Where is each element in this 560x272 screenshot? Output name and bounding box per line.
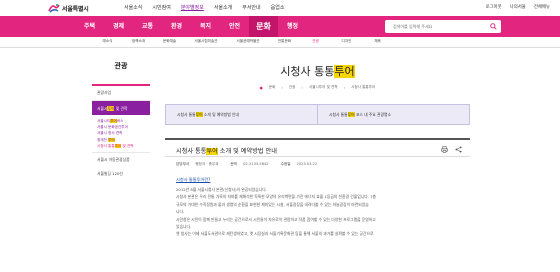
my-seoul-link[interactable]: 나의서울 [510, 4, 526, 10]
breadcrumb: ● 문화 › 관광 › 서울시투어 및 견학 › 시청사 통통투어 [165, 85, 470, 90]
breadcrumb-item[interactable]: 문화 [269, 85, 276, 90]
sidebar-subitem-current[interactable]: 시청사 통통투어 및 견학 [97, 143, 150, 149]
breadcrumb-item[interactable]: 서울시투어 및 견학 [309, 85, 338, 90]
util-nav-offices[interactable]: 읍업소 [266, 4, 290, 11]
paragraph: 있습니다. [176, 224, 192, 230]
search-input[interactable] [385, 20, 485, 33]
util-nav-departments[interactable]: 부서안내 [237, 4, 265, 11]
location-icon: ● [259, 85, 263, 90]
dept-label: 담당부서 [176, 162, 190, 166]
top-utility-bar: 서울특별시 서울소식 시민참여 분야별정보 서울소개 부서안내 읍업소 로그아웃… [0, 0, 560, 16]
sub-nav-item[interactable]: 예소식 [92, 39, 123, 44]
sub-nav-item[interactable]: 서울시립미술관 [185, 39, 227, 44]
sidebar-item-kids-tour[interactable]: 서울시 아동관광상품 [92, 152, 150, 167]
sidebar-item-label: 서울시 [97, 106, 108, 111]
sub-nav-item-tourism[interactable]: 관광 [300, 39, 331, 44]
all-menu-link[interactable]: 전체메뉴 [534, 4, 550, 10]
chevron-right-icon: › [281, 85, 283, 90]
sidebar-item-label: 및 견학 [114, 106, 128, 111]
phone-value: 02-2133-5842 [243, 162, 269, 166]
sub-nav-item[interactable]: 서울공예박물관 [227, 39, 269, 44]
search-icon[interactable] [490, 23, 497, 30]
main-nav-welfare[interactable]: 복지 [191, 16, 220, 37]
main-nav: 주택 경제 교통 환경 복지 안전 문화 행정 [0, 16, 560, 37]
article-header: 시청사 통통투어 소개 및 예약방법 안내 [165, 138, 470, 157]
breadcrumb-item[interactable]: 시청사 통통투어 [351, 85, 375, 90]
main-nav-administration[interactable]: 행정 [278, 16, 307, 37]
paragraph: 시민청은 시민이 함께 만들고 누리는 공간으로서 시민들이 자유로이 관람하고… [176, 216, 376, 222]
sidebar-submenu: 서울시티투어버스 서울시 문화공간투어 서울시 청사 견학 청계천 투어 시청사… [92, 115, 150, 153]
logo-text: 서울특별시 [62, 5, 89, 13]
main-nav-environment[interactable]: 환경 [162, 16, 191, 37]
sidebar-item-tourism-business[interactable]: 관광사업 [92, 86, 150, 101]
chevron-right-icon: › [301, 85, 303, 90]
chevron-right-icon: › [343, 85, 346, 90]
paragraph: 니다. [176, 209, 185, 215]
sub-nav-item[interactable]: 문화예술 [154, 39, 185, 44]
search-highlight: 투어 [334, 65, 355, 78]
left-sidebar: 관광 관광사업 서울시투어 및 견학 서울시티투어버스 서울시 문화공간투어 서… [92, 58, 150, 181]
article-body: 시청사 통통투어란? 2012년 8월 서울시청사 본관(신청사)이 완공되었습… [165, 177, 470, 238]
paragraph: 옛 청사는 이제 서울도서관으로 재탄생하였고, 옛 시장실과 서울기록문화관 … [176, 231, 374, 237]
util-nav-news[interactable]: 서울소식 [119, 4, 147, 11]
dept-value: 행정국 · 총무과 [195, 162, 219, 166]
section-title[interactable]: 시청사 통통투어란? [176, 177, 470, 183]
sub-nav: 예소식 정책소개 문화예술 서울시립미술관 서울공예박물관 전통문화 관광 디자… [0, 37, 560, 48]
logout-link[interactable]: 로그아웃 [485, 4, 501, 10]
print-icon[interactable] [441, 146, 448, 153]
sub-nav-item[interactable]: 디자인 [331, 39, 362, 44]
utility-right: 로그아웃 나의서울 전체메뉴 [485, 4, 550, 10]
sidebar-item-buildings[interactable]: 서울빌딩 120선 [92, 167, 150, 181]
phone-label: 문의 [230, 162, 238, 166]
main-content: 시청사 통통투어 ● 문화 › 관광 › 서울시투어 및 견학 › 시청사 통통… [165, 58, 470, 236]
util-nav-info[interactable]: 분야별정보 [176, 4, 209, 11]
page-title: 시청사 통통투어 [280, 65, 355, 78]
paragraph: 2012년 8월 서울시청사 본관(신청사)이 완공되었습니다. [176, 187, 267, 192]
breadcrumb-item[interactable]: 관광 [289, 85, 296, 90]
utility-nav: 서울소식 시민참여 분야별정보 서울소개 부서안내 읍업소 [119, 4, 289, 11]
paragraph: 규모의 거대한 수직정원과 물과 생명의 순환을 표현한 재미있는 시설, 서울… [176, 201, 369, 207]
main-nav-traffic[interactable]: 교통 [133, 16, 162, 37]
article-meta: 담당부서 행정국 · 총무과 문의 02-2133-5842 수정일 2023.… [165, 162, 470, 167]
search-box [385, 20, 501, 33]
share-icon[interactable] [455, 146, 462, 153]
tab-course[interactable]: 시청사 통통투어 코스 내 주요 관광명소 [318, 105, 469, 124]
paragraph: 시청사 본관은 우리 전통 가옥의 처마를 재해석한 독특한 모양의 유리벽면을… [176, 194, 377, 200]
sidebar-item-tour[interactable]: 서울시투어 및 견학 [92, 101, 150, 115]
sub-nav-item[interactable]: 체육 [362, 39, 393, 44]
article-title: 시청사 통통투어 소개 및 예약방법 안내 [176, 148, 277, 155]
seoul-logo[interactable]: 서울특별시 [48, 3, 89, 13]
main-nav-economy[interactable]: 경제 [104, 16, 133, 37]
util-nav-about[interactable]: 서울소개 [209, 4, 237, 11]
util-nav-participation[interactable]: 시민참여 [147, 4, 175, 11]
sub-nav-item[interactable]: 정책소개 [123, 39, 154, 44]
main-nav-culture[interactable]: 문화 [249, 16, 278, 37]
seoul-logo-icon [48, 4, 60, 13]
date-value: 2023.03.22 [296, 162, 318, 166]
sidebar-title: 관광 [92, 58, 150, 86]
main-nav-safety[interactable]: 안전 [220, 16, 249, 37]
main-nav-housing[interactable]: 주택 [75, 16, 104, 37]
date-label: 수정일 [280, 162, 291, 166]
content-tabs: 시청사 통통투어 소개 및 예약방법 안내 시청사 통통투어 코스 내 주요 관… [165, 104, 470, 125]
tab-intro[interactable]: 시청사 통통투어 소개 및 예약방법 안내 [166, 105, 318, 124]
sub-nav-item[interactable]: 전통문화 [269, 39, 300, 44]
